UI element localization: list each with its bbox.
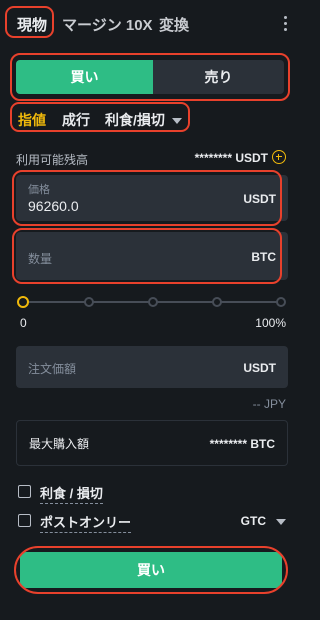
tab-convert[interactable]: 変換 bbox=[159, 14, 189, 35]
price-unit: USDT bbox=[243, 192, 276, 206]
slider-node-75[interactable] bbox=[212, 297, 222, 307]
order-amount-placeholder: 注文価額 bbox=[28, 362, 77, 376]
slider-handle[interactable] bbox=[17, 296, 29, 308]
max-buy-label: 最大購入額 bbox=[29, 437, 90, 451]
plus-circle-icon[interactable] bbox=[272, 150, 286, 164]
price-field[interactable]: 価格 96260.0 USDT bbox=[16, 175, 288, 221]
order-type-tpsl-label: 利食/損切 bbox=[105, 112, 165, 128]
quantity-field[interactable]: 数量 BTC bbox=[16, 232, 288, 280]
price-label: 価格 bbox=[28, 184, 50, 196]
more-icon[interactable] bbox=[284, 16, 288, 32]
chevron-down-icon bbox=[171, 118, 182, 125]
buy-side-button[interactable]: 買い bbox=[16, 60, 153, 94]
post-only-checkbox-icon[interactable] bbox=[18, 514, 31, 527]
post-only-label[interactable]: ポストオンリー bbox=[40, 512, 132, 533]
max-buy-value: ******** BTC bbox=[209, 437, 275, 451]
slider-max-label: 100% bbox=[255, 316, 286, 330]
order-type-tpsl[interactable]: 利食/損切 bbox=[105, 110, 182, 130]
available-label: 利用可能残高 bbox=[16, 153, 89, 167]
slider-node-100[interactable] bbox=[276, 297, 286, 307]
tp-sl-checkbox-icon[interactable] bbox=[18, 485, 31, 498]
time-in-force-select[interactable]: GTC bbox=[241, 514, 286, 528]
side-toggle: 買い 売り bbox=[16, 60, 284, 94]
quantity-unit: BTC bbox=[251, 250, 276, 264]
price-value: 96260.0 bbox=[28, 198, 79, 214]
quantity-placeholder: 数量 bbox=[28, 252, 53, 266]
tab-spot[interactable]: 現物 bbox=[17, 14, 47, 35]
tab-margin[interactable]: マージン 10X bbox=[62, 14, 153, 35]
slider-node-50[interactable] bbox=[148, 297, 158, 307]
max-buy-box: 最大購入額 ******** BTC bbox=[16, 420, 288, 466]
tp-sl-label[interactable]: 利食 / 損切 bbox=[40, 483, 103, 504]
order-type-limit[interactable]: 指値 bbox=[18, 110, 46, 130]
slider-node-25[interactable] bbox=[84, 297, 94, 307]
available-value: ******** USDT bbox=[194, 151, 268, 165]
sell-side-button[interactable]: 売り bbox=[153, 60, 284, 94]
buy-submit-button[interactable]: 買い bbox=[20, 552, 282, 588]
time-in-force-value: GTC bbox=[240, 514, 266, 528]
order-amount-unit: USDT bbox=[243, 361, 276, 375]
order-type-market[interactable]: 成行 bbox=[62, 110, 90, 130]
fiat-equivalent: -- JPY bbox=[252, 397, 286, 411]
slider-min-label: 0 bbox=[20, 316, 27, 330]
chevron-down-icon bbox=[276, 518, 286, 525]
order-amount-field[interactable]: 注文価額 USDT bbox=[16, 346, 288, 388]
